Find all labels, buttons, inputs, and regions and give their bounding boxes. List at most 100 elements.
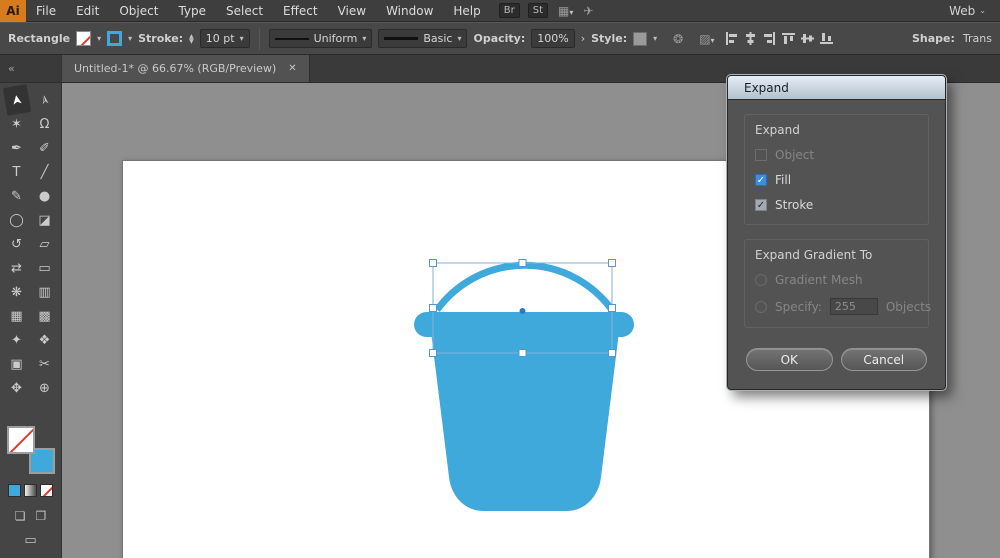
- draw-normal-icon[interactable]: ❏: [15, 509, 26, 523]
- rotate-tool[interactable]: ↺: [3, 232, 31, 256]
- eyedropper-tool[interactable]: ✦: [3, 328, 31, 352]
- menu-type[interactable]: Type: [168, 4, 216, 18]
- menu-edit[interactable]: Edit: [66, 4, 109, 18]
- option-fill[interactable]: ✓ Fill: [755, 173, 918, 187]
- opacity-dropdown[interactable]: 100%: [531, 29, 574, 48]
- transform-button[interactable]: Trans: [963, 32, 992, 45]
- opacity-label: Opacity:: [473, 32, 525, 45]
- style-caret-icon[interactable]: ▾: [653, 34, 657, 43]
- cancel-button[interactable]: Cancel: [841, 348, 928, 371]
- document-setup-icon[interactable]: ▨▾: [699, 32, 714, 46]
- color-button[interactable]: [8, 484, 21, 497]
- stroke-weight-dropdown[interactable]: 10 pt ▾: [200, 29, 250, 48]
- ellipse-tool[interactable]: ◯: [3, 208, 31, 232]
- option-specify[interactable]: Specify: Objects: [755, 298, 918, 315]
- menu-help[interactable]: Help: [443, 4, 490, 18]
- scale-tool[interactable]: ▱: [31, 232, 59, 256]
- style-label: Style:: [591, 32, 627, 45]
- dialog-title-bar[interactable]: Expand: [728, 76, 945, 100]
- expand-dialog: Expand Expand Object ✓ Fill ✓ Stroke Exp…: [727, 75, 946, 390]
- stock-button[interactable]: St: [528, 3, 548, 18]
- option-stroke[interactable]: ✓ Stroke: [755, 198, 918, 212]
- object-label: Object: [775, 148, 814, 162]
- dialog-buttons: OK Cancel: [744, 348, 929, 371]
- stroke-caret-icon[interactable]: ▾: [128, 34, 132, 43]
- gradient-options-group: Expand Gradient To Gradient Mesh Specify…: [744, 239, 929, 328]
- align-middle-icon[interactable]: [801, 32, 815, 46]
- stroke-weight-label: Stroke:: [138, 32, 183, 45]
- blend-tool[interactable]: ❖: [31, 328, 59, 352]
- gradient-mesh-radio[interactable]: [755, 274, 767, 286]
- direct-selection-tool[interactable]: ➢: [30, 84, 58, 116]
- slice-tool[interactable]: ✂: [31, 352, 59, 376]
- ok-button[interactable]: OK: [746, 348, 833, 371]
- align-right-icon[interactable]: [763, 32, 777, 46]
- stroke-checkbox[interactable]: ✓: [755, 199, 767, 211]
- brush-dropdown[interactable]: Basic ▾: [378, 29, 467, 48]
- symbol-sprayer-tool[interactable]: ❋: [3, 280, 31, 304]
- artboard-tool[interactable]: ▣: [3, 352, 31, 376]
- specify-radio[interactable]: [755, 301, 767, 313]
- specify-input[interactable]: [830, 298, 878, 315]
- screen-mode-row: ▭: [0, 533, 61, 548]
- align-top-icon[interactable]: [782, 32, 796, 46]
- zoom-tool[interactable]: ⊕: [31, 376, 59, 400]
- mesh-tool[interactable]: ▦: [3, 304, 31, 328]
- eraser-tool[interactable]: ◪: [31, 208, 59, 232]
- stepper-down-icon[interactable]: ▼: [189, 39, 194, 44]
- arrange-documents-icon[interactable]: ▦▾: [558, 4, 573, 18]
- menu-window[interactable]: Window: [376, 4, 443, 18]
- document-tab[interactable]: Untitled-1* @ 66.67% (RGB/Preview) ✕: [62, 55, 310, 82]
- globe-icon[interactable]: ❂: [673, 32, 683, 46]
- collapse-panel-icon[interactable]: «: [8, 62, 15, 75]
- gradient-tool[interactable]: ▩: [31, 304, 59, 328]
- align-bottom-icon[interactable]: [820, 32, 834, 46]
- magic-wand-tool[interactable]: ✶: [3, 112, 31, 136]
- gradient-button[interactable]: [24, 484, 37, 497]
- close-icon[interactable]: ✕: [288, 63, 296, 74]
- dialog-body: Expand Object ✓ Fill ✓ Stroke Expand Gra…: [728, 100, 945, 389]
- width-profile-dropdown[interactable]: Uniform ▾: [269, 29, 373, 48]
- fill-caret-icon[interactable]: ▾: [97, 34, 101, 43]
- object-checkbox[interactable]: [755, 149, 767, 161]
- menu-effect[interactable]: Effect: [273, 4, 328, 18]
- free-transform-tool[interactable]: ▭: [31, 256, 59, 280]
- screen-mode-icon[interactable]: ▭: [24, 533, 36, 548]
- paintbrush-tool[interactable]: ✐: [31, 136, 59, 160]
- draw-behind-icon[interactable]: ❐: [36, 509, 47, 523]
- none-button[interactable]: [40, 484, 53, 497]
- menu-file[interactable]: File: [26, 4, 66, 18]
- option-object[interactable]: Object: [755, 148, 918, 162]
- menu-select[interactable]: Select: [216, 4, 273, 18]
- blob-brush-tool[interactable]: ●: [31, 184, 59, 208]
- menu-view[interactable]: View: [328, 4, 376, 18]
- align-center-icon[interactable]: [744, 32, 758, 46]
- style-swatch[interactable]: [633, 32, 647, 46]
- app-logo-icon: Ai: [0, 0, 26, 22]
- line-segment-tool[interactable]: ╱: [31, 160, 59, 184]
- fill-color-swatch[interactable]: [7, 426, 35, 454]
- selection-tool[interactable]: ➤: [2, 84, 30, 116]
- fill-swatch[interactable]: [76, 31, 91, 46]
- option-gradient-mesh[interactable]: Gradient Mesh: [755, 273, 918, 287]
- tools-panel: « ➤ ➢ ✶ Ω ✒ ✐ T ╱ ✎ ● ◯ ◪ ↺ ▱ ⇄ ▭ ❋ ▥: [0, 55, 62, 558]
- stroke-swatch[interactable]: [107, 31, 122, 46]
- type-tool[interactable]: T: [3, 160, 31, 184]
- stroke-stepper[interactable]: ▲ ▼: [189, 34, 194, 44]
- graph-tool[interactable]: ▥: [31, 280, 59, 304]
- opacity-more-icon[interactable]: ›: [581, 32, 585, 45]
- fill-stroke-indicator: [7, 426, 55, 474]
- launch-icon[interactable]: ✈: [583, 4, 593, 18]
- width-tool[interactable]: ⇄: [3, 256, 31, 280]
- bridge-button[interactable]: Br: [499, 3, 520, 18]
- pen-tool[interactable]: ✒: [3, 136, 31, 160]
- divider: [259, 28, 260, 50]
- expand-options-group: Expand Object ✓ Fill ✓ Stroke: [744, 114, 929, 225]
- align-left-icon[interactable]: [725, 32, 739, 46]
- chevron-down-icon: ⌄: [979, 6, 986, 15]
- fill-checkbox[interactable]: ✓: [755, 174, 767, 186]
- workspace-switcher[interactable]: Web ⌄: [949, 4, 1000, 18]
- menu-object[interactable]: Object: [109, 4, 168, 18]
- pencil-tool[interactable]: ✎: [3, 184, 31, 208]
- hand-tool[interactable]: ✥: [3, 376, 31, 400]
